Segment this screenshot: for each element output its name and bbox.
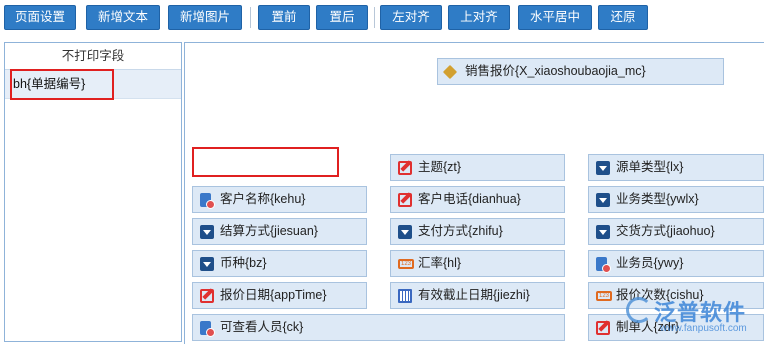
watermark-url: www.fanpusoft.com [660,323,747,334]
pencil-icon [442,64,458,80]
document-icon [200,193,215,209]
toolbar-separator [374,7,375,28]
align-top-button[interactable]: 上对齐 [448,5,510,30]
field-expiry-date[interactable]: 有效截止日期{jiezhi} [390,282,565,309]
field-delivery[interactable]: 交货方式{jiaohuo} [588,218,764,245]
title-field[interactable]: 销售报价{X_xiaoshoubaojia_mc} [437,58,724,85]
highlight-box [10,69,114,100]
edit-icon [200,289,214,303]
panel-header: 不打印字段 [5,43,181,70]
dropdown-icon [596,193,610,207]
number-icon [398,259,414,269]
restore-button[interactable]: 还原 [598,5,648,30]
edit-icon [398,193,412,207]
calendar-icon [398,289,412,303]
dropdown-icon [200,225,214,239]
field-settlement[interactable]: 结算方式{jiesuan} [192,218,367,245]
field-payment[interactable]: 支付方式{zhifu} [390,218,565,245]
add-image-button[interactable]: 新增图片 [168,5,242,30]
dropdown-icon [596,161,610,175]
dropdown-icon [398,225,412,239]
center-horizontal-button[interactable]: 水平居中 [518,5,592,30]
edit-icon [398,161,412,175]
field-quote-date[interactable]: 报价日期{appTime} [192,282,367,309]
toolbar: 页面设置 新增文本 新增图片 置前 置后 左对齐 上对齐 水平居中 还原 [0,0,764,36]
toolbar-separator [250,7,251,28]
empty-selection-box[interactable] [192,147,339,177]
bring-front-button[interactable]: 置前 [258,5,310,30]
add-text-button[interactable]: 新增文本 [86,5,160,30]
field-salesperson[interactable]: 业务员{ywy} [588,250,764,277]
dropdown-icon [596,225,610,239]
field-customer-name[interactable]: 客户名称{kehu} [192,186,367,213]
document-icon [200,321,215,337]
field-business-type[interactable]: 业务类型{ywlx} [588,186,764,213]
dropdown-icon [200,257,214,271]
field-customer-phone[interactable]: 客户电话{dianhua} [390,186,565,213]
watermark: 泛普软件 www.fanpusoft.com [626,295,764,340]
field-viewers[interactable]: 可查看人员{ck} [192,314,565,341]
field-currency[interactable]: 币种{bz} [192,250,367,277]
edit-icon [596,321,610,335]
send-back-button[interactable]: 置后 [316,5,368,30]
field-source-type[interactable]: 源单类型{lx} [588,154,764,181]
field-exchange-rate[interactable]: 汇率{hl} [390,250,565,277]
align-left-button[interactable]: 左对齐 [380,5,442,30]
number-icon [596,291,612,301]
field-subject[interactable]: 主题{zt} [390,154,565,181]
brand-logo-icon [626,297,652,323]
document-icon [596,257,611,273]
page-settings-button[interactable]: 页面设置 [4,5,76,30]
